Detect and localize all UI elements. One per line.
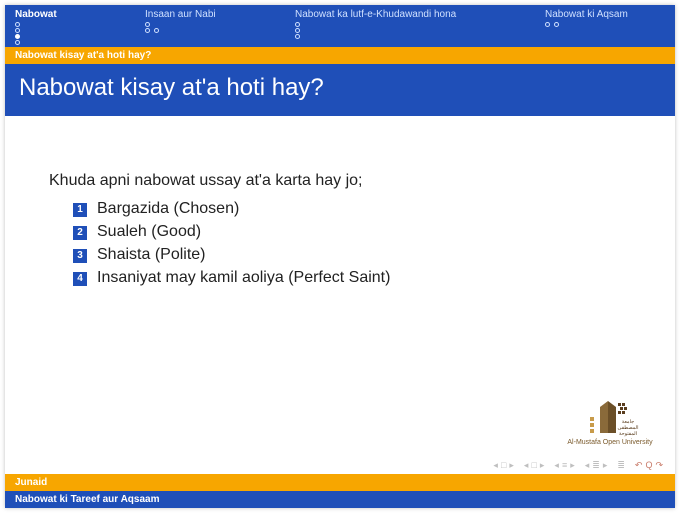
logo-caption: Al-Mustafa Open University (565, 439, 655, 446)
frame-title: Nabowat kisay at'a hoti hay? (5, 64, 675, 116)
nav-progress-dots (145, 22, 275, 33)
item-number: 1 (73, 203, 87, 217)
nav-progress-dots (15, 22, 125, 45)
university-logo: جامعة المصطفى المفتوحة Al-Mustafa Open U… (565, 393, 655, 446)
nav-progress-dots (545, 22, 665, 27)
item-number: 4 (73, 272, 87, 286)
frame-body: Khuda apni nabowat ussay at'a karta hay … (5, 116, 675, 456)
logo-icon: جامعة المصطفى المفتوحة (580, 393, 640, 437)
subsection-bar: Nabowat kisay at'a hoti hay? (5, 47, 675, 64)
nav-progress-dots (295, 22, 525, 39)
nav-title: Nabowat ki Aqsam (545, 9, 665, 20)
svg-text:المفتوحة: المفتوحة (619, 431, 637, 437)
list-item: 4 Insaniyat may kamil aoliya (Perfect Sa… (73, 269, 635, 287)
nav-title: Nabowat ka lutf-e-Khudawandi hona (295, 9, 525, 20)
item-text: Shaista (Polite) (97, 246, 206, 264)
list-item: 3 Shaista (Polite) (73, 246, 635, 264)
nav-subsection-icon[interactable]: ◂≡▸ (554, 460, 574, 471)
footer-title: Nabowat ki Tareef aur Aqsaam (5, 491, 675, 508)
item-number: 3 (73, 249, 87, 263)
footer-author: Junaid (5, 474, 675, 491)
nav-frame-icon[interactable]: ◂□▸ (524, 460, 545, 471)
item-text: Insaniyat may kamil aoliya (Perfect Sain… (97, 269, 390, 287)
enum-list: 1 Bargazida (Chosen) 2 Sualeh (Good) 3 S… (49, 200, 635, 287)
item-text: Bargazida (Chosen) (97, 200, 239, 218)
nav-append-icon[interactable]: ≣ (617, 460, 625, 471)
nav-section-aqsam[interactable]: Nabowat ki Aqsam (535, 9, 675, 45)
nav-first-icon[interactable]: ◂□▸ (493, 460, 514, 471)
slide: Nabowat Insaan aur Nabi Nabowat ka lutf-… (5, 5, 675, 508)
list-item: 2 Sualeh (Good) (73, 223, 635, 241)
item-number: 2 (73, 226, 87, 240)
item-text: Sualeh (Good) (97, 223, 201, 241)
nav-undo-redo-icon[interactable]: ↶Q↷ (635, 460, 663, 471)
beamer-nav-controls: ◂□▸ ◂□▸ ◂≡▸ ◂≣▸ ≣ ↶Q↷ (5, 456, 675, 474)
list-item: 1 Bargazida (Chosen) (73, 200, 635, 218)
nav-section-nabowat[interactable]: Nabowat (5, 9, 135, 45)
nav-section-icon[interactable]: ◂≣▸ (585, 460, 608, 471)
nav-section-lutf[interactable]: Nabowat ka lutf-e-Khudawandi hona (285, 9, 535, 45)
nav-sections: Nabowat Insaan aur Nabi Nabowat ka lutf-… (5, 5, 675, 47)
nav-title: Insaan aur Nabi (145, 9, 275, 20)
nav-section-insaan[interactable]: Insaan aur Nabi (135, 9, 285, 45)
lead-text: Khuda apni nabowat ussay at'a karta hay … (49, 172, 635, 190)
nav-title: Nabowat (15, 9, 125, 20)
